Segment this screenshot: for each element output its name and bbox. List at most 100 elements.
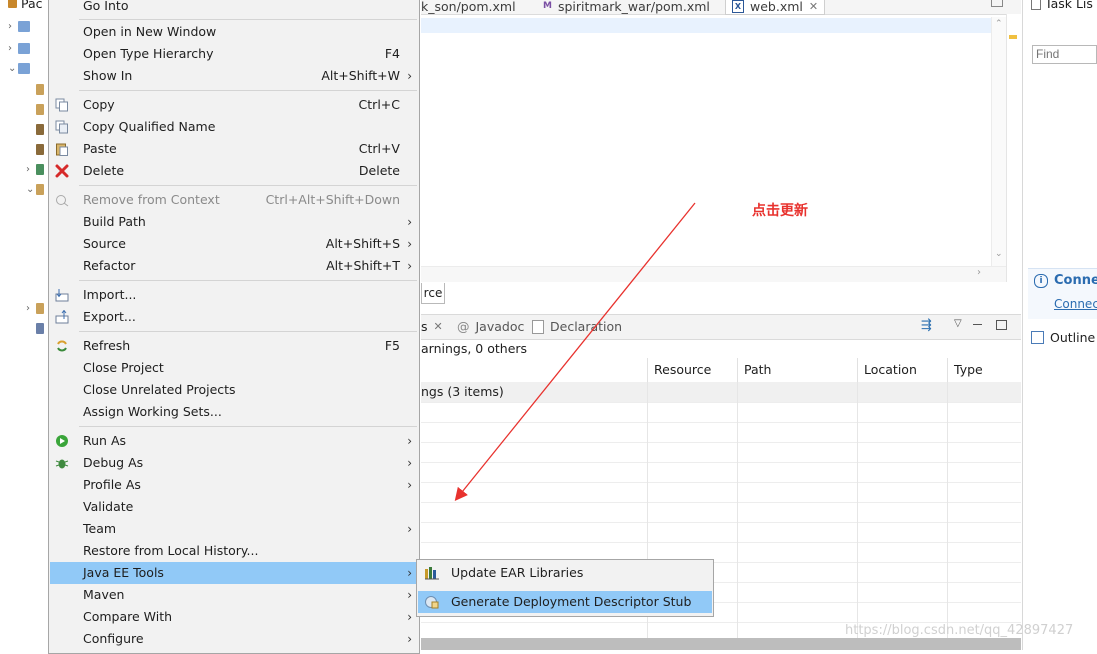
menu-item-run-as[interactable]: Run As › xyxy=(50,430,418,452)
menu-item-accelerator: Ctrl+V xyxy=(358,141,400,156)
menu-item-accelerator: Alt+Shift+W xyxy=(321,68,400,83)
menu-item-profile-as[interactable]: Profile As › xyxy=(50,474,418,496)
menu-item-label: Remove from Context xyxy=(83,192,220,207)
package-explorer-tab[interactable]: Pac xyxy=(8,0,43,11)
arrow-line xyxy=(454,202,696,502)
overview-marker-icon[interactable] xyxy=(1009,35,1017,39)
overview-ruler xyxy=(1006,14,1021,282)
menu-item-build-path[interactable]: Build Path › xyxy=(50,211,418,233)
column-divider xyxy=(737,382,738,638)
submenu-arrow-icon: › xyxy=(407,237,412,251)
menu-item-open-new-window[interactable]: Open in New Window xyxy=(50,21,418,43)
outline-tab[interactable]: Outline xyxy=(1031,330,1095,345)
menu-item-open-type-hierarchy[interactable]: Open Type Hierarchy F4 xyxy=(50,43,418,65)
connect-link[interactable]: Connec xyxy=(1054,297,1097,311)
menu-item-accelerator: Delete xyxy=(358,163,400,178)
chevron-down-icon: ⌄ xyxy=(8,62,17,74)
menu-item-export[interactable]: Export... xyxy=(50,306,418,328)
problems-horizontal-scrollbar[interactable] xyxy=(421,638,1021,650)
project-icon xyxy=(18,20,30,32)
editor-tab[interactable]: M spiritmark_war/pom.xml xyxy=(543,0,710,14)
editor-vertical-scrollbar[interactable]: ⌃ ⌄ xyxy=(991,17,1006,267)
scroll-up-icon[interactable]: ⌃ xyxy=(995,19,1003,29)
submenu-item-update-ear-libraries[interactable]: Update EAR Libraries xyxy=(418,562,712,584)
chevron-right-icon: › xyxy=(8,20,12,32)
menu-item-close-project[interactable]: Close Project xyxy=(50,357,418,379)
tree-item[interactable] xyxy=(36,121,44,137)
tree-item[interactable]: ⌄ xyxy=(26,181,44,197)
column-header-path[interactable]: Path xyxy=(737,358,858,382)
menu-item-import[interactable]: Import... xyxy=(50,284,418,306)
maximize-icon[interactable] xyxy=(996,320,1007,330)
submenu-arrow-icon: › xyxy=(407,478,412,492)
menu-item-go-into[interactable]: Go Into xyxy=(50,0,418,17)
scroll-down-icon[interactable]: ⌄ xyxy=(995,249,1003,259)
menu-item-source[interactable]: Source Alt+Shift+S › xyxy=(50,233,418,255)
menu-item-label: Export... xyxy=(83,309,136,324)
menu-item-refactor[interactable]: Refactor Alt+Shift+T › xyxy=(50,255,418,277)
task-list-tab[interactable]: Task Lis xyxy=(1031,0,1093,11)
tree-item[interactable]: › xyxy=(26,300,44,316)
menu-item-copy-qualified-name[interactable]: Copy Qualified Name xyxy=(50,116,418,138)
editor-tab-label: web.xml xyxy=(750,0,803,14)
problems-tab-label: s xyxy=(421,319,428,334)
menu-item-label: Source xyxy=(83,236,126,251)
folder-icon xyxy=(36,183,44,195)
connect-mylyn-panel: i Conne Connec xyxy=(1028,268,1097,319)
scroll-right-icon[interactable]: › xyxy=(977,267,981,278)
outline-icon xyxy=(1031,331,1044,344)
submenu-arrow-icon: › xyxy=(407,566,412,580)
menu-item-delete[interactable]: Delete Delete xyxy=(50,160,418,182)
submenu-item-generate-deployment-descriptor-stub[interactable]: Generate Deployment Descriptor Stub xyxy=(418,591,712,613)
remove-context-icon xyxy=(56,195,69,207)
tree-item[interactable]: › xyxy=(8,18,30,34)
menu-item-validate[interactable]: Validate xyxy=(50,496,418,518)
maximize-icon[interactable] xyxy=(991,0,1003,7)
menu-item-debug-as[interactable]: Debug As › xyxy=(50,452,418,474)
menu-item-maven[interactable]: Maven › xyxy=(50,584,418,606)
menu-item-configure[interactable]: Configure › xyxy=(50,628,418,650)
column-header-type[interactable]: Type xyxy=(947,358,1022,382)
tree-item[interactable] xyxy=(36,320,44,336)
menu-item-close-unrelated-projects[interactable]: Close Unrelated Projects xyxy=(50,379,418,401)
close-tab-icon[interactable]: ✕ xyxy=(809,0,818,13)
menu-item-copy[interactable]: Copy Ctrl+C xyxy=(50,94,418,116)
menu-item-show-in[interactable]: Show In Alt+Shift+W › xyxy=(50,65,418,87)
tree-item[interactable]: › xyxy=(26,161,44,177)
library-icon xyxy=(36,163,44,175)
chevron-down-icon[interactable]: ▽ xyxy=(954,318,962,329)
export-icon xyxy=(55,310,69,324)
column-header-location[interactable]: Location xyxy=(857,358,944,382)
tree-item[interactable] xyxy=(36,81,44,97)
maven-icon: M xyxy=(543,1,552,11)
submenu-item-label: Update EAR Libraries xyxy=(451,565,584,580)
menu-item-accelerator: Alt+Shift+S xyxy=(325,236,400,251)
tree-item[interactable]: › xyxy=(8,40,30,56)
menu-item-label: Debug As xyxy=(83,455,144,470)
tree-item[interactable] xyxy=(36,101,44,117)
minimize-icon[interactable] xyxy=(973,324,982,325)
menu-item-label: Run As xyxy=(83,433,127,448)
view-menu-icon[interactable]: ⇶ xyxy=(921,318,932,333)
menu-item-restore-local-history[interactable]: Restore from Local History... xyxy=(50,540,418,562)
menu-separator xyxy=(79,426,417,427)
menu-separator xyxy=(79,185,417,186)
run-icon xyxy=(56,435,68,447)
menu-separator xyxy=(79,280,417,281)
folder-icon xyxy=(36,302,44,314)
tree-item[interactable]: ⌄ xyxy=(8,60,30,76)
menu-item-paste[interactable]: Paste Ctrl+V xyxy=(50,138,418,160)
chevron-down-icon: ⌄ xyxy=(26,183,35,195)
import-icon xyxy=(55,289,69,302)
tree-item[interactable] xyxy=(36,141,44,157)
editor-tab[interactable]: k_son/pom.xml xyxy=(421,0,516,14)
outline-label: Outline xyxy=(1050,330,1096,345)
menu-item-assign-working-sets[interactable]: Assign Working Sets... xyxy=(50,401,418,423)
menu-item-compare-with[interactable]: Compare With › xyxy=(50,606,418,628)
menu-separator xyxy=(79,19,417,20)
menu-item-team[interactable]: Team › xyxy=(50,518,418,540)
editor-tab-active[interactable]: X web.xml ✕ xyxy=(725,0,826,15)
find-input[interactable] xyxy=(1032,45,1097,64)
menu-item-java-ee-tools[interactable]: Java EE Tools › xyxy=(50,562,418,584)
menu-item-refresh[interactable]: Refresh F5 xyxy=(50,335,418,357)
